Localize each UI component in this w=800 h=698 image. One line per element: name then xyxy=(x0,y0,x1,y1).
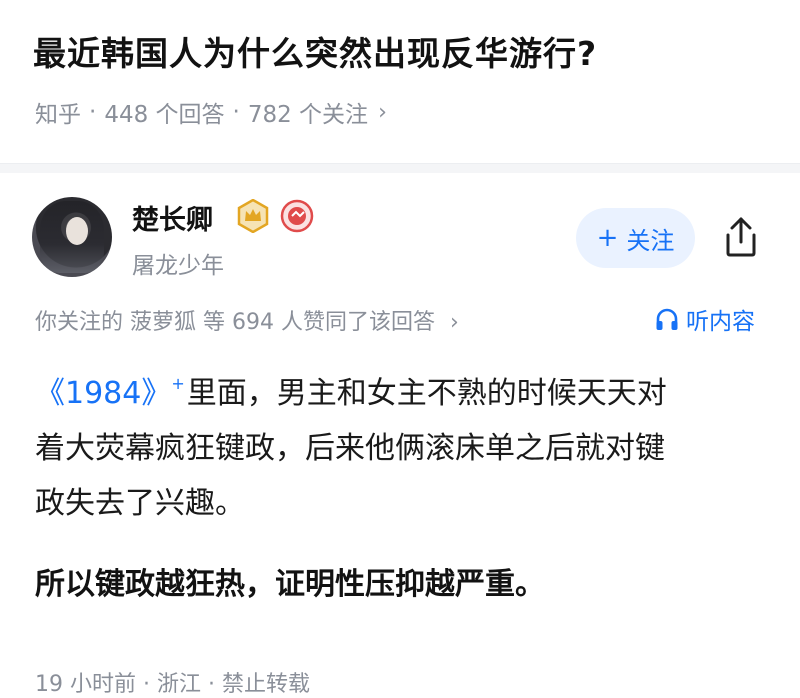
post-region: 浙江 xyxy=(157,672,202,697)
follower-count: 782 个关注 xyxy=(247,102,369,128)
likers-text: 你关注的 菠萝狐 等 694 人赞同了该回答 xyxy=(35,310,435,335)
answer-footer: 19 小时前 · 浙江 · 禁止转载 xyxy=(35,666,310,698)
section-divider xyxy=(0,163,800,173)
chevron-right-icon: › xyxy=(378,99,387,125)
author-name[interactable]: 楚长卿 xyxy=(132,198,213,237)
question-title[interactable]: 最近韩国人为什么突然出现反华游行? xyxy=(33,27,597,75)
avatar[interactable] xyxy=(32,197,112,277)
likers-line[interactable]: 你关注的 菠萝狐 等 694 人赞同了该回答 › xyxy=(35,304,459,336)
headphones-icon xyxy=(656,308,678,330)
avatar-face xyxy=(66,217,88,245)
chevron-right-icon: › xyxy=(449,310,459,335)
listen-button[interactable]: 听内容 xyxy=(654,302,755,336)
meta-separator: · xyxy=(208,672,216,697)
question-header: 最近韩国人为什么突然出现反华游行? 知乎 · 448 个回答 · 782 个关注… xyxy=(0,0,800,160)
author-bio: 屠龙少年 xyxy=(132,253,224,279)
answer-line-1-text: 里面，男主和女主不熟的时候天天对 xyxy=(186,376,667,411)
share-icon[interactable] xyxy=(720,215,762,259)
red-medal-icon[interactable] xyxy=(280,199,314,233)
answer-count: 448 个回答 xyxy=(104,102,225,128)
meta-separator: · xyxy=(143,672,150,697)
answer-line-1: 《1984》+里面，男主和女主不熟的时候天天对 xyxy=(35,356,775,421)
answer-line-3: 政失去了兴趣。 xyxy=(35,486,245,521)
plus-icon: + xyxy=(171,374,185,393)
answer-body: 《1984》+里面，男主和女主不熟的时候天天对 着大荧幕疯狂键政，后来他俩滚床单… xyxy=(35,356,775,531)
source-label: 知乎 xyxy=(35,102,81,128)
post-time: 19 小时前 xyxy=(35,672,136,697)
copyright-note: 禁止转载 xyxy=(222,672,311,697)
book-link[interactable]: 《1984》 xyxy=(35,376,171,411)
crown-badge-icon[interactable] xyxy=(236,199,270,233)
plus-icon: + xyxy=(596,223,619,253)
question-meta[interactable]: 知乎 · 448 个回答 · 782 个关注 › xyxy=(35,95,387,129)
follow-label: 关注 xyxy=(626,226,675,255)
meta-separator: · xyxy=(89,99,97,125)
listen-label: 听内容 xyxy=(686,309,755,335)
answer-conclusion: 所以键政越狂热，证明性压抑越严重。 xyxy=(35,567,545,602)
follow-button[interactable]: + 关注 xyxy=(576,208,695,268)
answer-line-2: 着大荧幕疯狂键政，后来他俩滚床单之后就对键 xyxy=(35,431,665,466)
meta-separator: · xyxy=(232,99,240,125)
